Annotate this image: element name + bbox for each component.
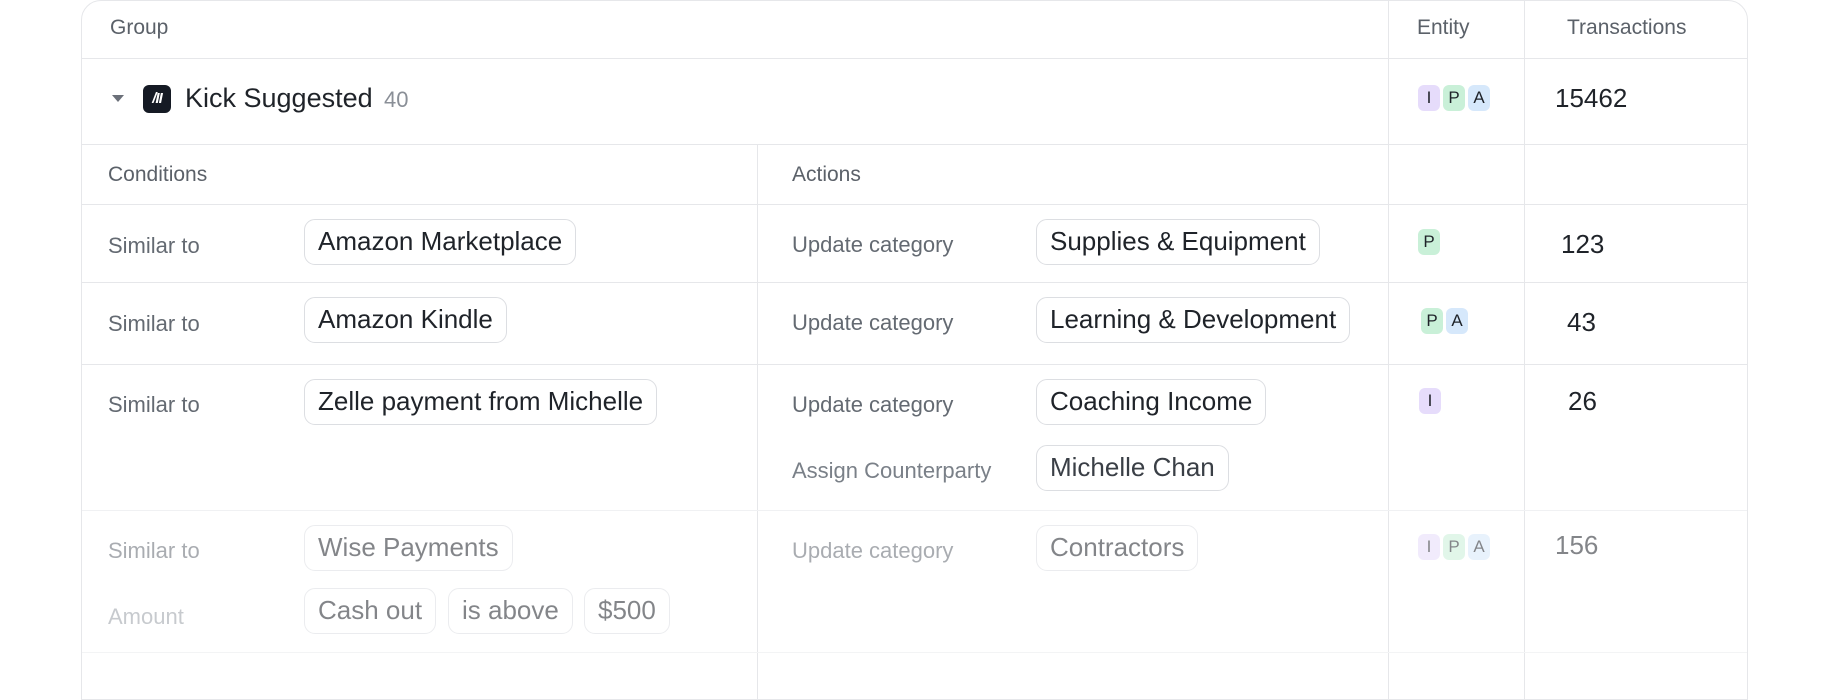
entity-badge-p: P bbox=[1443, 85, 1465, 111]
entity-badge-a: A bbox=[1468, 85, 1490, 111]
condition-value-chip[interactable]: Amazon Marketplace bbox=[304, 219, 577, 265]
conditions-header: Conditions bbox=[108, 163, 208, 186]
entity-badge-a: A bbox=[1468, 534, 1490, 560]
action-label: Update category bbox=[792, 310, 954, 335]
entity-badge-p: P bbox=[1443, 534, 1465, 560]
row-divider bbox=[82, 58, 1747, 59]
rule-transactions: 156 bbox=[1555, 530, 1599, 560]
action-label: Update category bbox=[792, 392, 954, 417]
rule-transactions: 26 bbox=[1568, 386, 1597, 416]
column-header-transactions[interactable]: Transactions bbox=[1567, 16, 1686, 40]
condition-label: Similar to bbox=[108, 392, 200, 417]
caret-down-icon[interactable] bbox=[112, 95, 124, 102]
condition-value-chip[interactable]: Amazon Kindle bbox=[304, 297, 507, 343]
column-header-entity[interactable]: Entity bbox=[1417, 16, 1470, 40]
condition2-value-chip[interactable]: Cash out bbox=[304, 588, 437, 634]
entity-badge-p: P bbox=[1418, 229, 1440, 255]
condition2-amount-chip[interactable]: $500 bbox=[584, 588, 670, 634]
entity-badge-p: P bbox=[1421, 308, 1443, 334]
condition2-operator-chip[interactable]: is above bbox=[448, 588, 573, 634]
row-divider bbox=[82, 204, 1747, 205]
action-label: Update category bbox=[792, 232, 954, 257]
action-value-chip[interactable]: Coaching Income bbox=[1036, 379, 1267, 425]
column-header-group[interactable]: Group bbox=[110, 16, 168, 40]
entity-badge-i: I bbox=[1418, 85, 1440, 111]
kick-logo-icon: /II bbox=[143, 85, 171, 113]
action-value-chip[interactable]: Contractors bbox=[1036, 525, 1199, 571]
row-divider bbox=[82, 364, 1747, 365]
condition2-label: Amount bbox=[108, 604, 184, 629]
entity-badge-i: I bbox=[1418, 534, 1440, 560]
group-count: 40 bbox=[384, 87, 409, 112]
entity-badge-i: I bbox=[1419, 388, 1441, 414]
group-transactions: 15462 bbox=[1555, 83, 1628, 113]
col-divider-actions bbox=[757, 144, 758, 699]
condition-value-chip[interactable]: Wise Payments bbox=[304, 525, 513, 571]
row-divider bbox=[82, 510, 1747, 511]
condition-label: Similar to bbox=[108, 311, 200, 336]
action2-label: Assign Counterparty bbox=[792, 458, 992, 483]
actions-header: Actions bbox=[792, 163, 861, 186]
action-value-chip[interactable]: Learning & Development bbox=[1036, 297, 1351, 343]
row-divider bbox=[82, 144, 1747, 145]
entity-badge-a: A bbox=[1446, 308, 1468, 334]
condition-value-chip[interactable]: Zelle payment from Michelle bbox=[304, 379, 658, 425]
col-divider-entity bbox=[1388, 1, 1389, 699]
row-divider bbox=[82, 282, 1747, 283]
row-divider bbox=[82, 652, 1747, 653]
condition-label: Similar to bbox=[108, 538, 200, 563]
action-value-chip[interactable]: Supplies & Equipment bbox=[1036, 219, 1320, 265]
rule-transactions: 43 bbox=[1567, 307, 1596, 337]
col-divider-transactions bbox=[1524, 1, 1525, 699]
action2-value-chip[interactable]: Michelle Chan bbox=[1036, 445, 1229, 491]
rule-transactions: 123 bbox=[1561, 229, 1605, 259]
action-label: Update category bbox=[792, 538, 954, 563]
group-name[interactable]: Kick Suggested bbox=[185, 83, 373, 114]
condition-label: Similar to bbox=[108, 233, 200, 258]
